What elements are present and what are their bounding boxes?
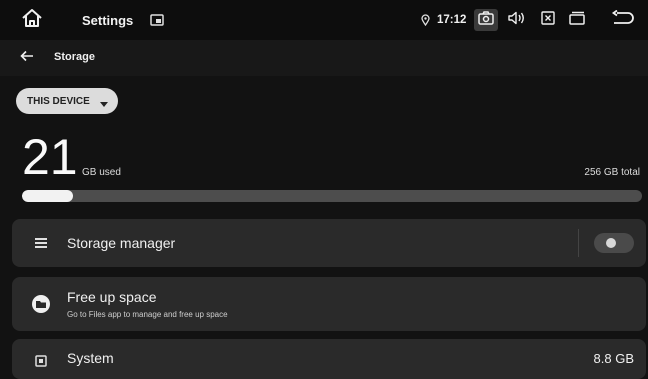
system-icon — [30, 350, 52, 372]
free-up-space-row[interactable]: Free up space Go to Files app to manage … — [12, 277, 646, 331]
recents-icon — [568, 11, 586, 30]
device-selector-dropdown[interactable]: THIS DEVICE — [16, 88, 118, 114]
close-box-icon — [541, 10, 555, 30]
recents-button[interactable] — [565, 0, 589, 40]
camera-icon — [478, 10, 494, 30]
volume-button[interactable] — [505, 0, 529, 40]
arrow-left-icon — [20, 49, 34, 67]
volume-icon — [508, 11, 526, 30]
system-label: System — [67, 350, 114, 366]
storage-usage-fill — [22, 190, 73, 202]
close-button[interactable] — [538, 0, 558, 40]
app-window-icon[interactable] — [150, 0, 164, 40]
screenshot-button[interactable] — [472, 0, 500, 40]
storage-manager-label: Storage manager — [67, 235, 176, 251]
toggle-knob — [606, 238, 616, 248]
toolbar: Storage — [0, 40, 648, 76]
storage-manager-row[interactable]: Storage manager — [12, 219, 646, 267]
page-title: Storage — [54, 51, 95, 63]
device-selector-label: THIS DEVICE — [27, 95, 90, 107]
storage-total: 256 GB total — [584, 167, 640, 178]
status-bar: Settings 17:12 — [0, 0, 648, 40]
row-divider — [578, 229, 579, 257]
home-icon — [21, 8, 43, 33]
storage-used-value: 21 — [22, 129, 78, 185]
files-icon — [30, 293, 52, 315]
storage-usage-bar — [22, 190, 642, 202]
nav-back-button[interactable] — [608, 0, 638, 40]
chevron-down-icon — [100, 99, 108, 110]
storage-manager-toggle[interactable] — [594, 233, 634, 253]
home-button[interactable] — [18, 0, 46, 40]
location-icon — [421, 0, 430, 40]
system-size: 8.8 GB — [593, 351, 634, 366]
back-icon — [611, 9, 635, 31]
free-up-space-subtitle: Go to Files app to manage and free up sp… — [67, 310, 228, 319]
app-title: Settings — [82, 12, 134, 28]
system-row[interactable]: System 8.8 GB — [12, 339, 646, 379]
storage-used-unit: GB used — [82, 167, 121, 178]
clock: 17:12 — [437, 14, 467, 26]
list-icon — [30, 232, 52, 254]
toolbar-back-button[interactable] — [16, 48, 38, 68]
free-up-space-label: Free up space — [67, 289, 157, 305]
